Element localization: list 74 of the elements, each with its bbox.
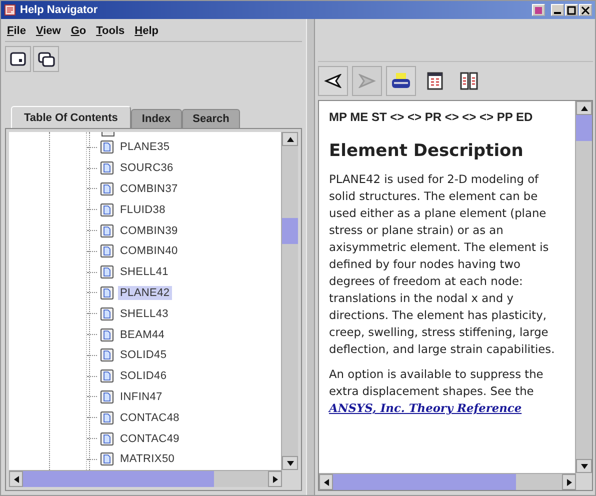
tree-item[interactable]: COMBIN37 [118,182,180,196]
reference-link[interactable]: ANSYS, Inc. Theory Reference [329,401,522,415]
menu-item[interactable]: File [7,25,26,37]
minimize-icon [554,12,561,14]
scroll-thumb[interactable] [23,471,214,487]
scroll-left-button[interactable] [319,474,333,490]
app-icon [4,4,16,16]
vertical-scrollbar[interactable] [575,101,592,473]
tree-item[interactable]: SOURC36 [118,161,176,176]
print-button[interactable] [386,66,416,96]
close-button[interactable] [579,4,592,16]
page-icon [427,72,443,90]
tree-item[interactable]: COMBIN39 [118,224,180,238]
tree-item[interactable]: INFIN47 [118,390,164,404]
windows-icon [38,52,54,66]
two-pages-icon [460,72,478,90]
scroll-left-button[interactable] [9,471,23,487]
close-icon [581,6,590,14]
windows-button[interactable] [33,46,59,72]
tree-item[interactable]: SOLID45 [118,348,169,362]
tab[interactable]: Table Of Contents [11,106,131,128]
maximize-icon [567,6,576,14]
tab[interactable]: Search [182,109,240,128]
menu-item[interactable]: Help [134,25,159,37]
tab[interactable]: Index [130,109,182,128]
tree-item[interactable]: PLANE42 [118,286,172,300]
scroll-down-button[interactable] [282,456,298,470]
back-button[interactable] [318,66,348,96]
tree-item[interactable]: SHELL41 [118,265,170,280]
horizontal-scrollbar[interactable] [319,473,576,490]
maximize-button[interactable] [565,4,578,16]
scroll-up-button[interactable] [282,132,298,146]
square-icon [534,6,543,14]
left-triangle-icon [14,476,18,482]
paragraph: PLANE42 is used for 2-D modeling of solid structures. The element can be used either as a plane element (plane stress or plane strain) or as an axisymmetric element. The element is defined by four nodes having two degrees of freedom at each node: translations in the nodal x and y directions. The element has plasticity, creep, swelling, stress stiffening, large deflection, and large strain capabilities. [329,171,556,358]
paragraph: An option is available to suppress the extra displacement shapes. See the ANSYS, Inc. Theory Reference [329,366,544,417]
menu-item[interactable]: Go [70,25,86,37]
right-triangle-icon [566,478,572,486]
left-arrow-icon [324,74,342,88]
minimize-button[interactable] [551,4,564,16]
menu-item[interactable]: View [36,25,61,37]
vertical-scrollbar[interactable] [281,132,298,470]
window-button[interactable] [5,46,31,72]
up-triangle-icon [286,136,294,142]
tree-item[interactable]: PLANE35 [118,140,172,154]
down-triangle-icon [580,464,588,468]
scroll-thumb[interactable] [576,115,592,141]
tree-item[interactable]: BEAM44 [118,328,167,342]
restore-button[interactable] [532,4,545,16]
up-triangle-icon [580,106,588,110]
tree-item[interactable]: SHELL43 [118,306,170,321]
tree-item[interactable]: CONTAC48 [118,410,182,425]
menu-item[interactable]: Tools [96,25,125,37]
scroll-thumb[interactable] [333,474,516,490]
down-triangle-icon [286,460,294,466]
scroll-right-button[interactable] [268,471,282,487]
window-title: Help Navigator [20,4,98,16]
left-triangle-icon [324,478,328,486]
scroll-down-button[interactable] [576,459,592,473]
tree-item[interactable]: CONTAC49 [118,432,182,446]
right-arrow-icon [358,74,376,88]
printer-icon [391,72,411,90]
scroll-right-button[interactable] [562,474,576,490]
tree-item[interactable]: MATRIX50 [118,452,177,466]
tree-item[interactable]: COMBIN40 [118,244,180,258]
horizontal-scrollbar[interactable] [9,470,282,487]
section-heading: Element Description [329,141,524,161]
scroll-up-button[interactable] [576,101,592,115]
tree-item[interactable]: FLUID38 [118,202,168,217]
window-icon [10,52,26,66]
scroll-thumb[interactable] [282,218,298,244]
right-triangle-icon [272,476,278,482]
navigation-line: MP ME ST <> <> PR <> <> <> PP ED [329,109,534,125]
tree-item[interactable]: SOLID46 [118,369,169,384]
